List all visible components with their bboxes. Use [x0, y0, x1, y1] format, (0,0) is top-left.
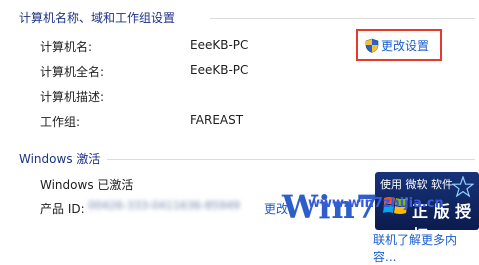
change-settings-label[interactable]: 更改设置	[381, 37, 429, 54]
workgroup-label: 工作组:	[40, 115, 81, 129]
product-id-label: 产品 ID:	[40, 202, 85, 216]
computer-description-label: 计算机描述:	[40, 90, 105, 104]
product-id-value: 00426-333-0411636-85949	[88, 199, 240, 212]
badge-line-1: 使用 微软 软件	[380, 178, 453, 191]
uac-shield-icon	[365, 38, 379, 53]
change-settings-button[interactable]: 更改设置	[356, 29, 442, 61]
star-icon	[451, 175, 475, 201]
learn-more-link[interactable]: 联机了解更多内容...	[373, 231, 479, 265]
full-computer-name-label: 计算机全名:	[40, 65, 105, 79]
section-divider	[210, 18, 475, 19]
computer-section-title: 计算机名称、域和工作组设置	[19, 11, 176, 25]
activation-section-title: Windows 激活	[19, 152, 101, 166]
full-computer-name-value: EeeKB-PC	[190, 63, 249, 77]
activation-status: Windows 已激活	[40, 178, 134, 192]
watermark-site-url: www.win7zhijia.cn	[308, 196, 444, 211]
computer-name-value: EeeKB-PC	[190, 38, 249, 52]
workgroup-value: FAREAST	[190, 113, 244, 127]
activation-divider	[107, 159, 475, 160]
computer-name-label: 计算机名:	[40, 40, 93, 54]
